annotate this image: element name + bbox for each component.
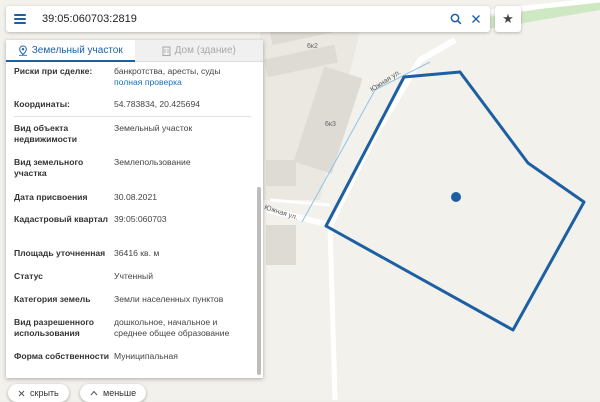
info-label: Статус — [14, 271, 43, 281]
info-value: Земли населенных пунктов — [114, 294, 224, 304]
info-scroll-area[interactable]: Риски при сделке: банкротства, аресты, с… — [6, 62, 263, 378]
building-icon — [162, 46, 171, 56]
info-value: 36416 кв. м — [114, 248, 160, 258]
info-label: Форма собственности — [14, 351, 110, 361]
star-icon: ★ — [502, 11, 514, 26]
info-panel: Земельный участок Дом (здание) Риски при… — [6, 40, 263, 378]
building — [266, 160, 296, 186]
tab-land-plot[interactable]: Земельный участок — [6, 40, 135, 62]
close-icon — [472, 15, 480, 23]
search-bar — [6, 6, 490, 32]
info-label: Категория земель — [14, 294, 91, 304]
clear-button[interactable] — [466, 6, 486, 32]
hide-panel-button[interactable]: скрыть — [8, 384, 69, 402]
location-pin-icon — [18, 44, 27, 56]
info-row-risks: Риски при сделке: банкротства, аресты, с… — [14, 66, 251, 92]
info-value: 54.783834, 20.425694 — [114, 99, 201, 109]
tab-label: Земельный участок — [31, 44, 123, 56]
info-value: Учтенный — [114, 271, 154, 281]
info-value: Муниципальная — [114, 351, 178, 361]
info-value: банкротства, аресты, суды полная проверк… — [114, 66, 254, 88]
panel-scrollbar[interactable] — [257, 187, 261, 375]
full-check-link[interactable]: полная проверка — [114, 77, 254, 88]
building-label: 6к3 — [325, 121, 336, 128]
info-label: Вид земельного участка — [14, 157, 84, 178]
menu-icon — [14, 14, 26, 24]
building-label: 6к2 — [307, 43, 318, 50]
info-label: Координаты: — [14, 99, 70, 109]
info-label: Кадастровый квартал — [14, 214, 108, 224]
info-label: Площадь уточненная — [14, 248, 106, 258]
info-value: Землепользование — [114, 157, 191, 167]
search-input[interactable] — [34, 7, 446, 31]
hide-label: скрыть — [30, 388, 59, 398]
info-value: дошкольное, начальное и среднее общее об… — [114, 317, 230, 338]
info-label: Дата присвоения — [14, 192, 88, 202]
parcel-center-marker — [451, 192, 461, 202]
building — [266, 225, 296, 265]
info-label: Вид разрешенного использования — [14, 317, 95, 338]
info-row-coordinates: Координаты: 54.783834, 20.425694 — [14, 99, 251, 111]
info-label: Риски при сделке: — [14, 66, 93, 76]
search-button[interactable] — [446, 6, 466, 32]
info-label: Вид объекта недвижимости — [14, 123, 78, 144]
info-value: Земельный участок — [114, 123, 193, 133]
collapse-panel-button[interactable]: меньше — [80, 384, 147, 402]
search-icon — [450, 13, 462, 25]
chevron-up-icon — [90, 390, 98, 396]
risks-text: банкротства, аресты, суды — [114, 66, 221, 76]
close-icon — [18, 390, 25, 396]
info-value: 30.08.2021 — [114, 192, 158, 202]
less-label: меньше — [103, 388, 137, 398]
divider — [14, 116, 251, 117]
info-value: 39:05:060703 — [114, 214, 167, 224]
favorites-button[interactable]: ★ — [495, 6, 521, 32]
panel-tabs: Земельный участок Дом (здание) — [6, 40, 263, 62]
menu-button[interactable] — [6, 6, 34, 32]
tab-label: Дом (здание) — [174, 45, 236, 56]
tab-building[interactable]: Дом (здание) — [134, 40, 263, 62]
